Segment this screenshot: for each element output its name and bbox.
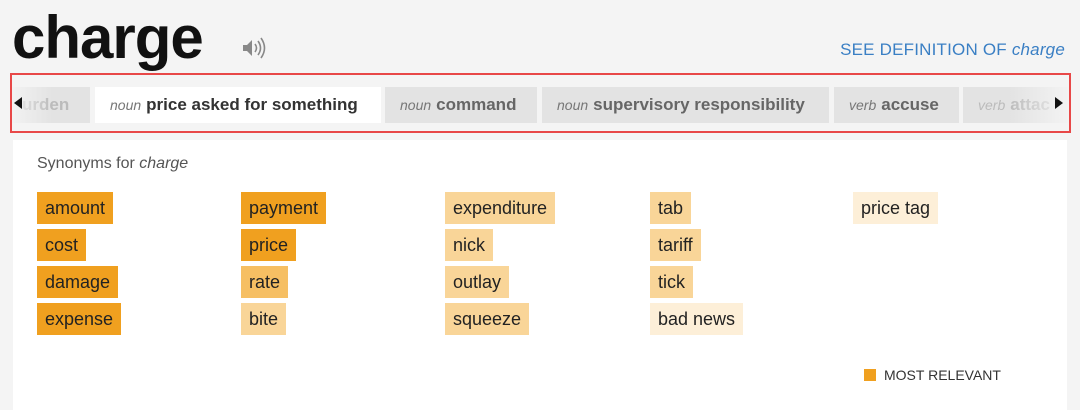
tab-pos: verb bbox=[849, 97, 877, 113]
relevance-swatch bbox=[864, 369, 876, 381]
tab-label: urden bbox=[22, 95, 70, 114]
tab-pos: noun bbox=[557, 97, 589, 113]
synonym-chip[interactable]: outlay bbox=[445, 266, 510, 298]
legend-label: MOST RELEVANT bbox=[884, 367, 1001, 383]
synonym-column-5: price tag bbox=[853, 192, 939, 229]
synonyms-heading: Synonyms for charge bbox=[37, 155, 188, 173]
synonym-chip[interactable]: tariff bbox=[650, 229, 701, 261]
tab-command[interactable]: noun command bbox=[385, 87, 537, 123]
synonym-chip[interactable]: expense bbox=[37, 303, 122, 335]
sense-tabs-track: urden noun price asked for something noun… bbox=[12, 87, 1069, 123]
tab-label: attac bbox=[1010, 95, 1050, 114]
see-definition-label: SEE DEFINITION OF bbox=[840, 40, 1012, 59]
synonym-chip[interactable]: bite bbox=[241, 303, 287, 335]
synonym-chip[interactable]: rate bbox=[241, 266, 289, 298]
synonyms-heading-word: charge bbox=[139, 155, 189, 172]
tab-pos: noun bbox=[110, 97, 142, 113]
entry-header: charge SEE DEFINITION OF charge bbox=[0, 0, 1080, 72]
entry-word: charge bbox=[12, 4, 204, 71]
synonym-chip[interactable]: payment bbox=[241, 192, 327, 224]
synonym-column-4: tab tariff tick bad news bbox=[650, 192, 744, 340]
synonym-chip[interactable]: squeeze bbox=[445, 303, 530, 335]
tab-pos: noun bbox=[400, 97, 432, 113]
sense-tabs-bar: urden noun price asked for something noun… bbox=[10, 73, 1071, 133]
synonym-chip[interactable]: price bbox=[241, 229, 297, 261]
tab-pos: verb bbox=[978, 97, 1006, 113]
synonym-column-3: expenditure nick outlay squeeze bbox=[445, 192, 556, 340]
synonym-chip[interactable]: damage bbox=[37, 266, 119, 298]
tab-label: command bbox=[436, 95, 517, 114]
see-definition-word: charge bbox=[1011, 40, 1065, 59]
tab-label: accuse bbox=[881, 95, 939, 114]
synonyms-heading-prefix: Synonyms for bbox=[37, 155, 140, 172]
tab-supervisory-responsibility[interactable]: noun supervisory responsibility bbox=[542, 87, 829, 123]
synonym-chip[interactable]: bad news bbox=[650, 303, 744, 335]
see-definition-link[interactable]: SEE DEFINITION OF charge bbox=[840, 40, 1065, 60]
synonym-chip[interactable]: amount bbox=[37, 192, 114, 224]
relevance-legend: MOST RELEVANT bbox=[864, 367, 1001, 383]
synonym-chip[interactable]: tab bbox=[650, 192, 692, 224]
tab-burden[interactable]: urden bbox=[12, 87, 90, 123]
synonym-chip[interactable]: price tag bbox=[853, 192, 939, 224]
synonym-chip[interactable]: nick bbox=[445, 229, 494, 261]
synonym-chip[interactable]: expenditure bbox=[445, 192, 556, 224]
scroll-left-arrow-icon[interactable] bbox=[14, 97, 22, 109]
tab-price-asked-for-something[interactable]: noun price asked for something bbox=[95, 87, 381, 123]
speaker-icon[interactable] bbox=[240, 34, 268, 62]
tab-label: price asked for something bbox=[146, 95, 358, 114]
tab-accuse[interactable]: verb accuse bbox=[834, 87, 959, 123]
synonym-column-1: amount cost damage expense bbox=[37, 192, 122, 340]
scroll-right-arrow-icon[interactable] bbox=[1055, 97, 1063, 109]
synonym-chip[interactable]: cost bbox=[37, 229, 87, 261]
synonym-column-2: payment price rate bite bbox=[241, 192, 327, 340]
synonym-chip[interactable]: tick bbox=[650, 266, 693, 298]
synonyms-panel: Synonyms for charge amount cost damage e… bbox=[13, 140, 1067, 410]
tab-label: supervisory responsibility bbox=[593, 95, 805, 114]
